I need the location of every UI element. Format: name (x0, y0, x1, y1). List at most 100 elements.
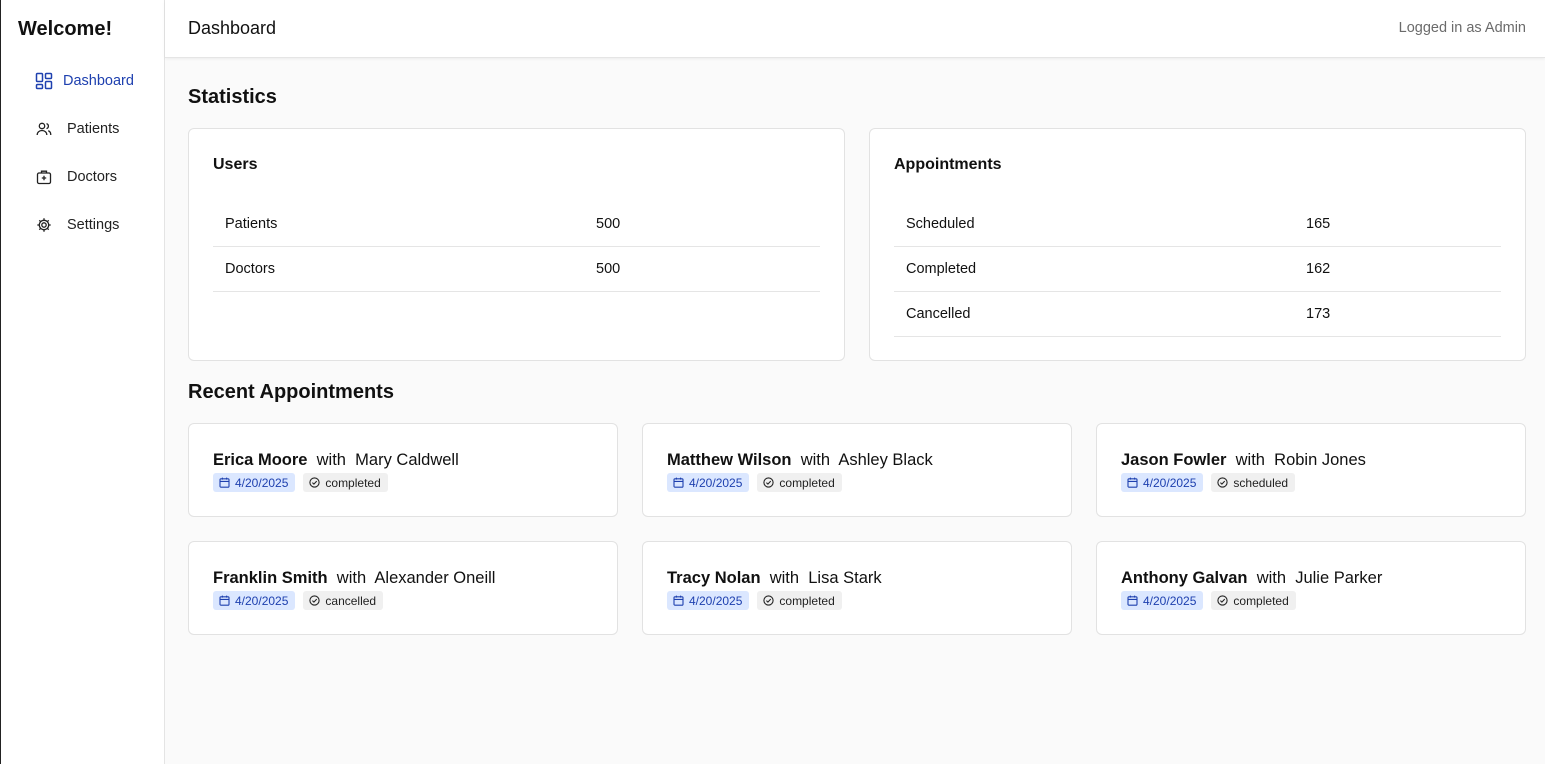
users-stats-card: Users Patients 500 Doctors 500 (188, 128, 845, 361)
appointment-date: 4/20/2025 (235, 475, 289, 490)
logged-in-user: Logged in as Admin (1398, 20, 1526, 36)
appointment-date: 4/20/2025 (689, 475, 743, 490)
appointment-title: Tracy Nolan with Lisa Stark (667, 569, 882, 588)
appointment-status: completed (325, 475, 381, 490)
calendar-icon (1127, 595, 1138, 606)
status-badge: completed (757, 591, 842, 610)
sidebar-item-label: Doctors (67, 169, 117, 185)
connector-text: with (765, 569, 804, 587)
appointment-title: Jason Fowler with Robin Jones (1121, 451, 1366, 470)
users-icon (35, 120, 53, 138)
stat-label: Completed (906, 261, 977, 277)
appointment-date: 4/20/2025 (1143, 593, 1197, 608)
appointments-card-title: Appointments (894, 156, 1002, 173)
status-badge: completed (1211, 591, 1296, 610)
patient-name: Jason Fowler (1121, 451, 1227, 469)
check-circle-icon (309, 477, 321, 488)
stat-value: 500 (596, 216, 621, 232)
sidebar-item-settings[interactable]: Settings (1, 201, 165, 249)
appointment-card[interactable]: Franklin Smith with Alexander Oneill 4/2… (188, 541, 618, 635)
date-badge: 4/20/2025 (213, 473, 296, 492)
stat-label: Cancelled (906, 306, 971, 322)
patient-name: Franklin Smith (213, 569, 328, 587)
appointment-date: 4/20/2025 (689, 593, 743, 608)
appointment-status: completed (1233, 593, 1289, 608)
calendar-icon (219, 595, 230, 606)
appointment-status: scheduled (1233, 475, 1289, 490)
stat-value: 165 (1306, 216, 1331, 232)
connector-text: with (332, 569, 371, 587)
appointment-badges: 4/20/2025 scheduled (1121, 473, 1296, 492)
date-badge: 4/20/2025 (213, 591, 296, 610)
appointment-date: 4/20/2025 (235, 593, 289, 608)
appointment-card[interactable]: Anthony Galvan with Julie Parker 4/20/20… (1096, 541, 1526, 635)
doctor-name: Ashley Black (838, 451, 933, 469)
appointment-status: completed (779, 475, 835, 490)
patient-name: Anthony Galvan (1121, 569, 1248, 587)
connector-text: with (796, 451, 835, 469)
status-badge: completed (757, 473, 842, 492)
top-header: Dashboard Logged in as Admin (165, 0, 1545, 58)
appointment-title: Matthew Wilson with Ashley Black (667, 451, 933, 470)
patient-name: Tracy Nolan (667, 569, 761, 587)
doctor-name: Alexander Oneill (374, 569, 496, 587)
appointment-card[interactable]: Matthew Wilson with Ashley Black 4/20/20… (642, 423, 1072, 517)
table-row: Scheduled 165 (894, 202, 1501, 247)
appointment-status: completed (779, 593, 835, 608)
sidebar-nav: Dashboard Patients Doctors Settings (1, 57, 165, 249)
appointment-badges: 4/20/2025 completed (1121, 591, 1296, 610)
users-card-title: Users (213, 156, 258, 173)
connector-text: with (1231, 451, 1270, 469)
check-circle-icon (763, 595, 775, 606)
appointment-title: Franklin Smith with Alexander Oneill (213, 569, 495, 588)
appointment-card[interactable]: Jason Fowler with Robin Jones 4/20/2025 (1096, 423, 1526, 517)
users-stats-table: Patients 500 Doctors 500 (213, 202, 820, 292)
patient-name: Erica Moore (213, 451, 308, 469)
status-badge: scheduled (1211, 473, 1296, 492)
date-badge: 4/20/2025 (667, 591, 750, 610)
date-badge: 4/20/2025 (1121, 473, 1204, 492)
briefcase-medical-icon (35, 168, 53, 186)
check-circle-icon (763, 477, 775, 488)
calendar-icon (1127, 477, 1138, 488)
check-circle-icon (1217, 477, 1229, 488)
appointment-status: cancelled (325, 593, 377, 608)
table-row: Completed 162 (894, 247, 1501, 292)
status-badge: completed (303, 473, 388, 492)
appointment-badges: 4/20/2025 completed (213, 473, 388, 492)
sidebar-item-label: Dashboard (63, 73, 134, 89)
calendar-icon (673, 595, 684, 606)
sidebar: Welcome! Dashboard Patients Doctors Sett… (0, 0, 165, 764)
sidebar-item-dashboard[interactable]: Dashboard (1, 57, 165, 105)
check-circle-icon (1217, 595, 1229, 606)
calendar-icon (219, 477, 230, 488)
connector-text: with (1252, 569, 1291, 587)
sidebar-item-doctors[interactable]: Doctors (1, 153, 165, 201)
status-badge: cancelled (303, 591, 384, 610)
doctor-name: Lisa Stark (808, 569, 882, 587)
sidebar-item-patients[interactable]: Patients (1, 105, 165, 153)
doctor-name: Julie Parker (1295, 569, 1383, 587)
stat-label: Doctors (225, 261, 275, 277)
page-title: Dashboard (188, 18, 277, 38)
date-badge: 4/20/2025 (1121, 591, 1204, 610)
appointments-stats-card: Appointments Scheduled 165 Completed 162… (869, 128, 1526, 361)
check-circle-icon (309, 595, 321, 606)
connector-text: with (312, 451, 351, 469)
table-row: Cancelled 173 (894, 292, 1501, 337)
appointment-date: 4/20/2025 (1143, 475, 1197, 490)
appointments-stats-table: Scheduled 165 Completed 162 Cancelled 17… (894, 202, 1501, 337)
stat-value: 162 (1306, 261, 1331, 277)
table-row: Doctors 500 (213, 247, 820, 292)
table-row: Patients 500 (213, 202, 820, 247)
sidebar-item-label: Settings (67, 217, 120, 233)
appointment-badges: 4/20/2025 cancelled (213, 591, 384, 610)
gear-icon (35, 216, 53, 234)
sidebar-brand: Welcome! (18, 18, 113, 40)
statistics-heading: Statistics (188, 86, 277, 108)
appointment-card[interactable]: Tracy Nolan with Lisa Stark 4/20/2025 co… (642, 541, 1072, 635)
recent-appointments-heading: Recent Appointments (188, 381, 394, 403)
appointment-badges: 4/20/2025 completed (667, 591, 842, 610)
stat-label: Scheduled (906, 216, 975, 232)
appointment-card[interactable]: Erica Moore with Mary Caldwell 4/20/2025 (188, 423, 618, 517)
